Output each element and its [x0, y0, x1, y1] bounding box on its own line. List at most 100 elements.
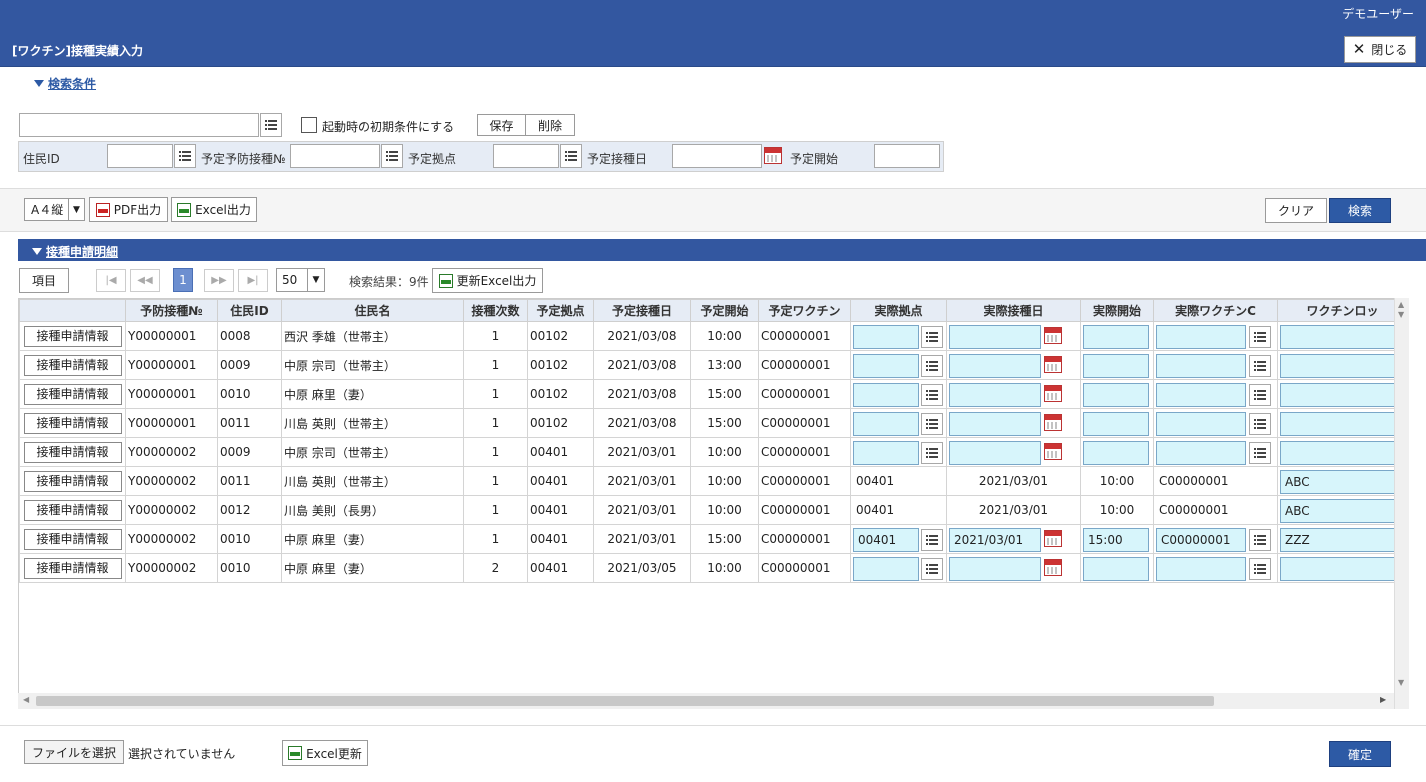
- saved-condition-input[interactable]: [19, 113, 259, 137]
- calendar-icon[interactable]: [1044, 559, 1062, 576]
- vaccine-lot-input[interactable]: [1280, 354, 1406, 378]
- vaccine-lot-input[interactable]: [1280, 383, 1406, 407]
- clear-button[interactable]: クリア: [1265, 198, 1327, 223]
- actual-start-input[interactable]: [1083, 354, 1149, 378]
- actual-date-input[interactable]: [949, 412, 1041, 436]
- actual-vaccine-input[interactable]: [1156, 354, 1246, 378]
- actual-start-input[interactable]: [1083, 441, 1149, 465]
- actual-start-input[interactable]: [1083, 325, 1149, 349]
- search-section-toggle[interactable]: 検索条件: [34, 75, 96, 92]
- list-picker-button[interactable]: [1249, 529, 1271, 551]
- application-info-button[interactable]: 接種申請情報: [23, 383, 122, 405]
- saved-condition-list-button[interactable]: [260, 113, 282, 137]
- scroll-bottom-icon[interactable]: ▼: [1398, 678, 1404, 687]
- actual-site-input[interactable]: [853, 325, 919, 349]
- list-picker-button[interactable]: [1249, 558, 1271, 580]
- page-size-select[interactable]: 50 ▼: [276, 268, 325, 292]
- next-page-button[interactable]: ▶▶: [204, 269, 234, 292]
- vaccine-lot-input[interactable]: [1280, 412, 1406, 436]
- first-page-button[interactable]: |◀: [96, 269, 126, 292]
- planned-vaccination-no-list-button[interactable]: [381, 144, 403, 168]
- excel-update-button[interactable]: Excel更新: [282, 740, 368, 766]
- vertical-scrollbar[interactable]: ▲ ▼ ▼: [1394, 298, 1409, 709]
- horizontal-scroll-thumb[interactable]: [36, 696, 1214, 706]
- actual-date-input[interactable]: [949, 557, 1041, 581]
- list-picker-button[interactable]: [921, 442, 943, 464]
- list-picker-button[interactable]: [921, 413, 943, 435]
- vaccine-lot-input[interactable]: [1280, 557, 1406, 581]
- scroll-left-icon[interactable]: ◀: [23, 695, 29, 704]
- delete-condition-button[interactable]: 削除: [525, 114, 575, 136]
- vaccine-lot-input[interactable]: [1280, 325, 1406, 349]
- confirm-button[interactable]: 確定: [1329, 741, 1391, 767]
- application-info-button[interactable]: 接種申請情報: [23, 499, 122, 521]
- list-picker-button[interactable]: [1249, 355, 1271, 377]
- actual-site-input[interactable]: [853, 383, 919, 407]
- actual-date-input[interactable]: [949, 325, 1041, 349]
- list-picker-button[interactable]: [1249, 413, 1271, 435]
- list-picker-button[interactable]: [921, 384, 943, 406]
- list-picker-button[interactable]: [1249, 326, 1271, 348]
- list-picker-button[interactable]: [921, 355, 943, 377]
- actual-start-input[interactable]: 15:00: [1083, 528, 1149, 552]
- actual-site-input[interactable]: 00401: [853, 528, 919, 552]
- actual-vaccine-input[interactable]: [1156, 383, 1246, 407]
- vaccine-lot-input[interactable]: ABC: [1280, 470, 1406, 494]
- excel-output-button[interactable]: Excel出力: [171, 197, 257, 222]
- application-info-button[interactable]: 接種申請情報: [23, 557, 122, 579]
- calendar-icon[interactable]: [1044, 443, 1062, 460]
- scroll-right-icon[interactable]: ▶: [1380, 695, 1386, 704]
- resident-id-input[interactable]: [107, 144, 173, 168]
- list-picker-button[interactable]: [921, 529, 943, 551]
- planned-vaccination-no-input[interactable]: [290, 144, 380, 168]
- application-info-button[interactable]: 接種申請情報: [23, 354, 122, 376]
- calendar-icon[interactable]: [1044, 414, 1062, 431]
- file-select-button[interactable]: ファイルを選択: [24, 740, 124, 764]
- current-page-indicator[interactable]: 1: [173, 268, 193, 292]
- list-picker-button[interactable]: [921, 326, 943, 348]
- actual-vaccine-input[interactable]: [1156, 441, 1246, 465]
- application-info-button[interactable]: 接種申請情報: [23, 528, 122, 550]
- actual-site-input[interactable]: [853, 441, 919, 465]
- init-condition-checkbox[interactable]: [301, 117, 317, 133]
- scroll-down-icon[interactable]: ▼: [1398, 310, 1404, 319]
- update-excel-output-button[interactable]: 更新Excel出力: [432, 268, 543, 293]
- actual-date-input[interactable]: [949, 354, 1041, 378]
- application-info-button[interactable]: 接種申請情報: [23, 470, 122, 492]
- vaccine-lot-input[interactable]: ABC: [1280, 499, 1406, 523]
- pdf-output-button[interactable]: PDF出力: [89, 197, 168, 222]
- calendar-icon[interactable]: [764, 147, 782, 164]
- columns-button[interactable]: 項目: [19, 268, 69, 293]
- actual-vaccine-input[interactable]: C00000001: [1156, 528, 1246, 552]
- planned-start-input[interactable]: [874, 144, 940, 168]
- application-info-button[interactable]: 接種申請情報: [23, 412, 122, 434]
- vaccine-lot-input[interactable]: ZZZ: [1280, 528, 1406, 552]
- actual-site-input[interactable]: [853, 557, 919, 581]
- search-button[interactable]: 検索: [1329, 198, 1391, 223]
- actual-date-input[interactable]: 2021/03/01: [949, 528, 1041, 552]
- calendar-icon[interactable]: [1044, 356, 1062, 373]
- calendar-icon[interactable]: [1044, 385, 1062, 402]
- close-button[interactable]: ✕ 閉じる: [1344, 36, 1416, 63]
- planned-site-input[interactable]: [493, 144, 559, 168]
- last-page-button[interactable]: ▶|: [238, 269, 268, 292]
- detail-section-toggle[interactable]: 接種申請明細: [32, 243, 118, 260]
- list-picker-button[interactable]: [1249, 384, 1271, 406]
- planned-date-input[interactable]: [672, 144, 762, 168]
- actual-vaccine-input[interactable]: [1156, 557, 1246, 581]
- calendar-icon[interactable]: [1044, 327, 1062, 344]
- actual-site-input[interactable]: [853, 412, 919, 436]
- resident-id-list-button[interactable]: [174, 144, 196, 168]
- actual-date-input[interactable]: [949, 383, 1041, 407]
- actual-vaccine-input[interactable]: [1156, 412, 1246, 436]
- actual-start-input[interactable]: [1083, 383, 1149, 407]
- actual-vaccine-input[interactable]: [1156, 325, 1246, 349]
- list-picker-button[interactable]: [921, 558, 943, 580]
- paper-size-select[interactable]: A４縦 ▼: [24, 198, 85, 221]
- prev-page-button[interactable]: ◀◀: [130, 269, 160, 292]
- list-picker-button[interactable]: [1249, 442, 1271, 464]
- save-condition-button[interactable]: 保存: [477, 114, 526, 136]
- planned-site-list-button[interactable]: [560, 144, 582, 168]
- actual-start-input[interactable]: [1083, 412, 1149, 436]
- vaccine-lot-input[interactable]: [1280, 441, 1406, 465]
